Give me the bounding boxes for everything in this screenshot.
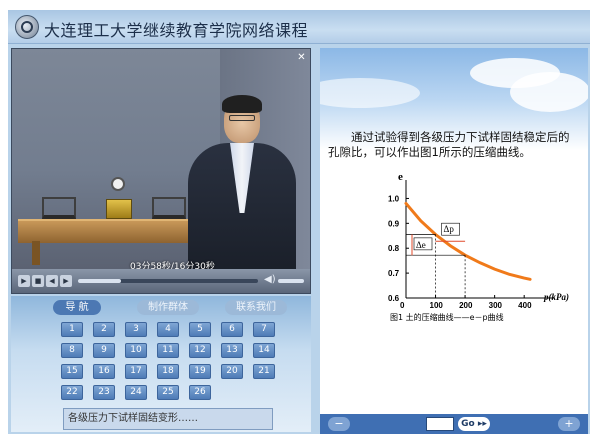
y-tick-label: 0.9 (388, 219, 400, 228)
x-tick-label: 400 (518, 301, 532, 310)
compression-curve-chart: e p(kPa) 0.6 0.7 0.8 0.9 1.0 0 100 200 300 400 Δe Δp 图… (388, 171, 569, 322)
chapter-button[interactable]: 21 (253, 364, 275, 379)
x-tick-label: 200 (459, 301, 473, 310)
video-progress-fill (78, 279, 122, 283)
app-window: 大连理工大学继续教育学院网络课程 ✕ 03分58秒/16分30秒 ▶ ■ ◀ ▶ (8, 10, 590, 434)
chapter-button[interactable]: 11 (157, 343, 179, 358)
y-axis-label: e (398, 171, 403, 183)
chapter-button[interactable]: 12 (189, 343, 211, 358)
chapter-button[interactable]: 7 (253, 322, 275, 337)
chapter-button[interactable]: 4 (157, 322, 179, 337)
chapter-button[interactable]: 10 (125, 343, 147, 358)
next-slide-button[interactable]: + (558, 417, 580, 431)
y-tick-label: 0.6 (388, 294, 400, 303)
slide-panel: 通过试验得到各级压力下试样固结稳定后的孔隙比，可以作出图1所示的压缩曲线。 e p… (320, 48, 588, 414)
chapter-button[interactable]: 1 (61, 322, 83, 337)
chapter-button[interactable]: 26 (189, 385, 211, 400)
x-tick-label: 300 (489, 301, 503, 310)
page-number-input[interactable] (426, 417, 454, 431)
slide-body-text: 通过试验得到各级压力下试样固结稳定后的孔隙比，可以作出图1所示的压缩曲线。 (328, 130, 570, 159)
course-title: 大连理工大学继续教育学院网络课程 (44, 21, 309, 40)
chapter-button[interactable]: 19 (189, 364, 211, 379)
video-player[interactable]: ✕ 03分58秒/16分30秒 ▶ ■ ◀ ▶ ◀) (11, 48, 311, 294)
volume-slider[interactable] (278, 279, 304, 283)
forward-icon[interactable]: ▶ (60, 275, 72, 287)
slide-page-number: 5 (573, 397, 580, 410)
slide-pager: − Go ▸▸ + (320, 414, 588, 434)
university-logo-icon (15, 15, 39, 39)
x-tick-label: 100 (430, 301, 444, 310)
fullscreen-icon[interactable]: ✕ (296, 52, 307, 63)
chapter-button[interactable]: 5 (189, 322, 211, 337)
chapter-status: 各级压力下试样固结变形…… (63, 408, 273, 430)
chapter-button[interactable]: 15 (61, 364, 83, 379)
rewind-icon[interactable]: ◀ (46, 275, 58, 287)
chart-caption: 图1 土的压缩曲线——e－p曲线 (390, 312, 504, 322)
tab-contact-us[interactable]: 联系我们 (225, 300, 287, 315)
play-icon[interactable]: ▶ (18, 275, 30, 287)
video-progress-bar[interactable] (78, 279, 258, 283)
delta-e-label: Δe (416, 240, 426, 250)
stop-icon[interactable]: ■ (32, 275, 44, 287)
chapter-button[interactable]: 24 (125, 385, 147, 400)
chapter-button[interactable]: 13 (221, 343, 243, 358)
chapter-button[interactable]: 20 (221, 364, 243, 379)
x-axis-label: p(kPa) (543, 292, 569, 302)
x-tick-label: 0 (400, 301, 405, 310)
tab-navigation[interactable]: 导 航 (53, 300, 101, 315)
chapter-button[interactable]: 2 (93, 322, 115, 337)
title-bar: 大连理工大学继续教育学院网络课程 (8, 10, 590, 44)
y-tick-label: 0.7 (388, 269, 400, 278)
chapter-button[interactable]: 25 (157, 385, 179, 400)
go-button[interactable]: Go ▸▸ (458, 417, 490, 431)
y-tick-label: 1.0 (388, 194, 400, 203)
y-tick-label: 0.8 (388, 244, 400, 253)
volume-icon[interactable]: ◀) (264, 274, 276, 285)
navigation-panel: 导 航 制作群体 联系我们 1 2 3 4 5 6 7 8 9 10 11 12 13 14 15 16 17 1… (11, 296, 311, 432)
chapter-button[interactable]: 22 (61, 385, 83, 400)
delta-p-label: Δp (444, 224, 455, 234)
chapter-button[interactable]: 14 (253, 343, 275, 358)
chapter-button[interactable]: 6 (221, 322, 243, 337)
chapter-button[interactable]: 23 (93, 385, 115, 400)
video-frame (12, 49, 310, 273)
chapter-button[interactable]: 16 (93, 364, 115, 379)
video-controls: ▶ ■ ◀ ▶ ◀) (12, 269, 310, 293)
chapter-button[interactable]: 8 (61, 343, 83, 358)
chapter-button[interactable]: 9 (93, 343, 115, 358)
chapter-button[interactable]: 18 (157, 364, 179, 379)
chapter-button[interactable]: 3 (125, 322, 147, 337)
chapter-button[interactable]: 17 (125, 364, 147, 379)
previous-slide-button[interactable]: − (328, 417, 350, 431)
tab-production-team[interactable]: 制作群体 (137, 300, 199, 315)
